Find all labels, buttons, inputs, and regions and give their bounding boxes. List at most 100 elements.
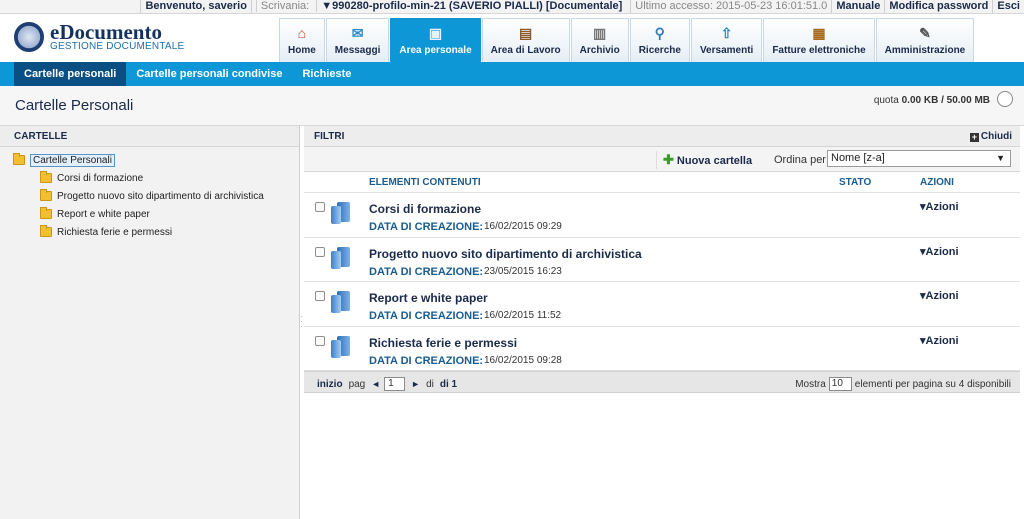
per-page-input[interactable]: 10 (828, 377, 852, 391)
tab-label: Area personale (399, 45, 472, 56)
sort-select[interactable]: Nome [z-a] ▼ (827, 150, 1011, 167)
folder-dossier-icon (331, 335, 351, 358)
main-tabs: ⌂ Home ✉ Messaggi ▣ Area personale ▤ Are… (279, 18, 975, 62)
subnav-cartelle-condivise[interactable]: Cartelle personali condivise (126, 62, 292, 86)
work-area-icon: ▤ (519, 24, 533, 41)
list-header: ELEMENTI CONTENUTI STATO AZIONI (304, 172, 1020, 193)
search-icon: ⚲ (654, 24, 665, 41)
quota-value: 0.00 KB / 50.00 MB (901, 95, 990, 106)
dropdown-arrow-icon: ▼ (996, 153, 1005, 163)
change-password-link[interactable]: Modifica password (889, 0, 988, 12)
tree-item[interactable]: Report e white paper (0, 205, 299, 223)
tab-area-personale[interactable]: ▣ Area personale (390, 18, 481, 62)
sort-label: Ordina per (774, 154, 826, 166)
page-number-input[interactable]: 1 (384, 377, 406, 391)
content-toolbar: ✚ Nuova cartella Ordina per Nome [z-a] ▼ (304, 147, 1020, 172)
next-page-icon[interactable]: ► (411, 379, 420, 389)
list-item: Corsi di formazione DATA DI CREAZIONE: 1… (304, 193, 1020, 238)
tab-fatture-elettroniche[interactable]: ▦ Fatture elettroniche (763, 18, 875, 62)
first-page-link[interactable]: inizio (317, 379, 343, 390)
column-elements: ELEMENTI CONTENUTI (369, 177, 481, 188)
folder-icon (40, 207, 52, 219)
folder-dossier-icon (331, 202, 351, 224)
tree-item[interactable]: Richiesta ferie e permessi (0, 223, 299, 241)
quota-label: quota (873, 95, 899, 106)
tab-archivio[interactable]: ▥ Archivio (570, 18, 629, 62)
row-checkbox[interactable] (315, 291, 325, 301)
tab-label: Home (288, 45, 316, 56)
new-folder-label: Nuova cartella (676, 155, 753, 167)
quota-info: quota 0.00 KB / 50.00 MB (874, 95, 990, 106)
welcome-text: Benvenuto, saverio (140, 0, 250, 13)
folder-icon (40, 171, 52, 183)
folder-icon (40, 225, 52, 237)
close-filters-label: Chiudi (980, 131, 1012, 142)
folder-dossier-icon (331, 291, 351, 313)
filters-header: FILTRI + Chiudi (304, 126, 1020, 147)
tree-item[interactable]: Progetto nuovo sito dipartimento di arch… (0, 187, 299, 205)
folders-panel: CARTELLE Cartelle Personali Corsi di for… (0, 126, 300, 519)
desk-value[interactable]: ▼990280-profilo-min-21 (SAVERIO PIALLI) … (316, 0, 627, 12)
seal-icon (14, 22, 44, 52)
content-panel: FILTRI + Chiudi ✚ Nuova cartella Ordina pe… (304, 126, 1020, 519)
desk-selector[interactable]: Scrivania: ▼990280-profilo-min-21 (SAVER… (250, 0, 630, 13)
new-folder-button[interactable]: ✚ Nuova cartella (656, 151, 758, 169)
tab-versamenti[interactable]: ⇧ Versamenti (690, 18, 763, 62)
filters-label: FILTRI (314, 131, 345, 142)
sort-value: Nome [z-a] (831, 152, 885, 164)
tree-item[interactable]: Corsi di formazione (0, 169, 299, 187)
row-checkbox[interactable] (315, 202, 325, 212)
item-title[interactable]: Richiesta ferie e permessi (369, 336, 517, 350)
folder-icon (13, 153, 25, 165)
subnav-cartelle-personali[interactable]: Cartelle personali (14, 62, 127, 86)
quota-indicator-icon (997, 91, 1013, 107)
admin-tools-icon: ✎ (919, 24, 931, 41)
row-checkbox[interactable] (315, 246, 325, 257)
creation-date-label: DATA DI CREAZIONE: (369, 354, 484, 367)
tree-root-item[interactable]: Cartelle Personali (0, 151, 299, 169)
collapse-icon: + (969, 132, 979, 142)
show-label: Mostra (795, 378, 826, 390)
item-title[interactable]: Progetto nuovo sito dipartimento di arch… (369, 247, 642, 261)
folder-dossier-icon (331, 246, 351, 269)
list-item: Report e white paper DATA DI CREAZIONE: … (304, 282, 1020, 327)
actions-menu-button[interactable]: ▾Azioni (920, 200, 959, 213)
personal-area-icon: ▣ (428, 24, 443, 41)
tab-label: Fatture elettroniche (772, 45, 866, 56)
top-info-bar: Benvenuto, saverio Scrivania: ▼990280-pr… (0, 0, 1024, 14)
manual-link[interactable]: Manuale (836, 0, 880, 12)
column-status: STATO (839, 177, 872, 188)
prev-page-icon[interactable]: ◄ (371, 379, 380, 389)
creation-date: 23/05/2015 16:23 (484, 265, 562, 277)
tab-label: Archivio (579, 45, 620, 56)
app-logo[interactable]: eDocumento GESTIONE DOCUMENTALE (14, 21, 185, 52)
creation-date: 16/02/2015 11:52 (484, 310, 562, 321)
tab-label: Versamenti (699, 45, 754, 56)
desk-label: Scrivania: (255, 0, 314, 12)
actions-menu-button[interactable]: ▾Azioni (920, 245, 959, 258)
tab-amministrazione[interactable]: ✎ Amministrazione (875, 18, 975, 62)
actions-menu-button[interactable]: ▾Azioni (920, 334, 959, 347)
tab-label: Ricerche (638, 45, 681, 56)
item-title[interactable]: Corsi di formazione (369, 202, 481, 216)
tab-home[interactable]: ⌂ Home (279, 18, 325, 62)
close-filters-button[interactable]: + Chiudi (969, 126, 1012, 147)
actions-menu-button[interactable]: ▾Azioni (920, 289, 959, 302)
folder-tree: Cartelle Personali Corsi di formazione P… (0, 147, 299, 241)
item-title[interactable]: Report e white paper (369, 291, 488, 305)
tab-messaggi[interactable]: ✉ Messaggi (325, 18, 390, 62)
list-item: Progetto nuovo sito dipartimento di arch… (304, 238, 1020, 282)
tab-label: Messaggi (334, 45, 381, 56)
logo-subtitle: GESTIONE DOCUMENTALE (50, 40, 185, 52)
tab-ricerche[interactable]: ⚲ Ricerche (629, 18, 690, 62)
add-icon: ✚ (663, 152, 674, 167)
message-icon: ✉ (351, 24, 364, 41)
tab-label: Amministrazione (884, 45, 966, 56)
subnav-richieste[interactable]: Richieste (292, 62, 361, 86)
row-checkbox[interactable] (315, 335, 325, 346)
tab-area-di-lavoro[interactable]: ▤ Area di Lavoro (481, 18, 570, 62)
logout-link[interactable]: Esci (997, 0, 1020, 12)
page-title: Cartelle Personali (15, 97, 134, 114)
page-title-bar: Cartelle Personali quota 0.00 KB / 50.00… (0, 86, 1024, 126)
folders-panel-header: CARTELLE (0, 126, 299, 147)
